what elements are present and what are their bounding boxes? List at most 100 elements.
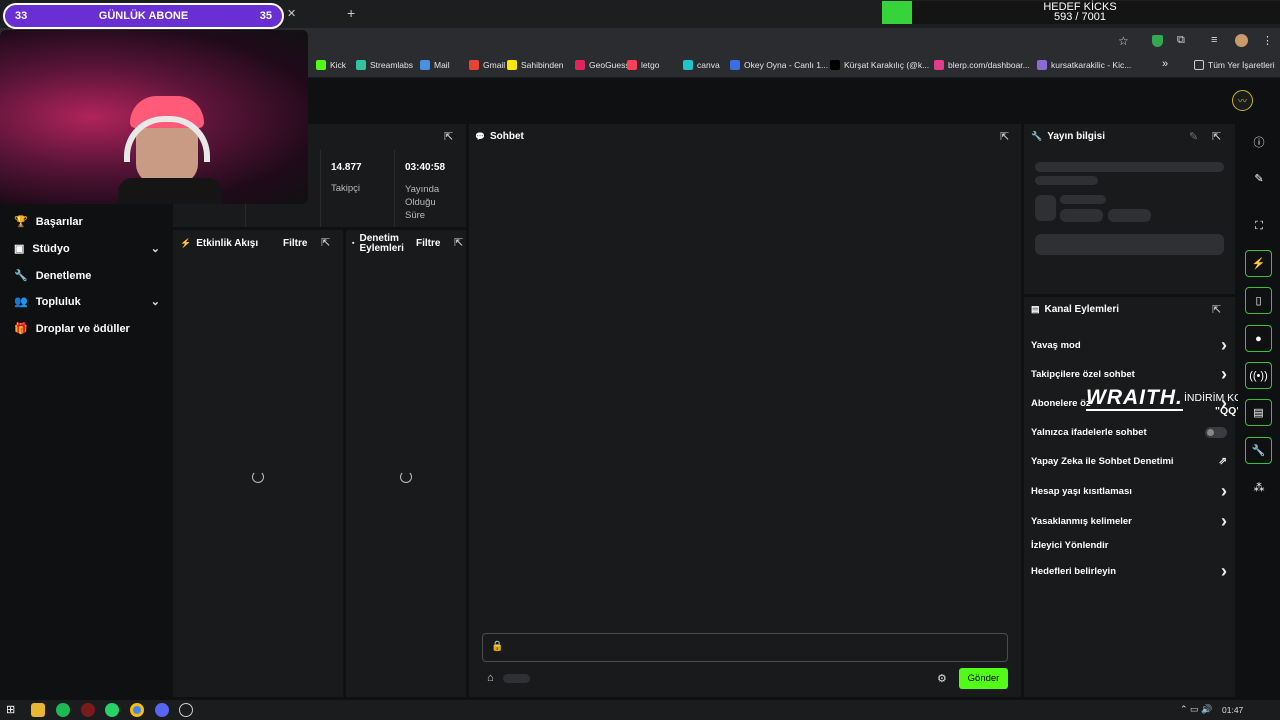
- studio-icon: ▣: [14, 243, 25, 255]
- bookmark-item[interactable]: letgo: [627, 60, 659, 70]
- send-button[interactable]: Gönder: [959, 668, 1008, 689]
- tray-icons[interactable]: ⌃ ▭ 🔊: [1180, 704, 1212, 715]
- bookmark-favicon-icon: [356, 60, 366, 70]
- spotify-icon[interactable]: [56, 703, 70, 717]
- channel-action-item[interactable]: Yapay Zeka ile Sohbet Denetimi ⇗: [1031, 456, 1227, 467]
- mod-actions-filter-button[interactable]: Filtre: [416, 238, 440, 249]
- chevron-right-icon: ›: [1221, 335, 1227, 355]
- lock-icon: 🔒: [491, 641, 504, 652]
- sidebar: [0, 122, 172, 700]
- bookmark-favicon-icon: [1037, 60, 1047, 70]
- channel-avatar[interactable]: 〰: [1232, 90, 1253, 111]
- chevron-right-icon: ›: [1221, 364, 1227, 384]
- popout-icon[interactable]: ⇱: [321, 236, 330, 249]
- new-tab-icon[interactable]: +: [347, 5, 355, 21]
- loading-placeholder: [1060, 195, 1106, 204]
- all-bookmarks-button[interactable]: Tüm Yer İşaretleri: [1194, 60, 1275, 70]
- activity-filter-button[interactable]: Filtre: [283, 238, 307, 249]
- apps-icon[interactable]: ⁂: [1249, 481, 1269, 494]
- bookmark-item[interactable]: blerp.com/dashboar...: [934, 60, 1030, 70]
- channel-action-item[interactable]: İzleyici Yönlendir: [1031, 540, 1227, 551]
- chrome-icon[interactable]: [130, 703, 144, 717]
- loading-spinner-icon: [400, 471, 412, 483]
- channel-action-label: Abonelere öz: [1031, 397, 1091, 409]
- activity-feed-header: ⚡ Etkinlik Akışı: [180, 238, 258, 249]
- sidebar-item-moderation[interactable]: 🔧 Denetleme: [14, 269, 160, 283]
- wrench-tool-icon[interactable]: 🔧: [1245, 437, 1272, 464]
- sub-goal-current: 33: [15, 10, 28, 22]
- list-icon: ▪: [352, 240, 355, 247]
- bookmark-item[interactable]: Kürşat Karakılıç (@k...: [830, 60, 929, 70]
- discord-icon[interactable]: [155, 703, 169, 717]
- chevron-right-icon: ›: [1221, 561, 1227, 581]
- popout-icon[interactable]: ⇱: [1212, 130, 1221, 143]
- sidebar-item-studio[interactable]: ▣ Stüdyo ⌄: [14, 242, 160, 256]
- bookmark-item[interactable]: canva: [683, 60, 720, 70]
- emote-store-icon[interactable]: ⌂: [487, 672, 494, 684]
- channel-action-item[interactable]: Yalnızca ifadelerle sohbet: [1031, 427, 1227, 438]
- channel-action-item[interactable]: Yavaş mod ›: [1031, 335, 1227, 355]
- bookmark-favicon-icon: [507, 60, 517, 70]
- bookmarks-more-icon[interactable]: »: [1162, 58, 1168, 70]
- bookmark-item[interactable]: Mail: [420, 60, 450, 70]
- bookmark-label: Streamlabs: [370, 60, 413, 70]
- profile-avatar[interactable]: [1235, 34, 1248, 47]
- community-icon: 👥: [14, 296, 28, 308]
- channel-action-label: Hedefleri belirleyin: [1031, 565, 1117, 577]
- bookmark-star-icon[interactable]: ☆: [1118, 34, 1129, 48]
- popout-icon[interactable]: ⇱: [454, 236, 463, 249]
- edit-icon[interactable]: ✎: [1249, 172, 1269, 185]
- document-icon[interactable]: ▯: [1245, 287, 1272, 314]
- channel-action-label: Hesap yaşı kısıtlaması: [1031, 485, 1132, 497]
- sidebar-item-drops[interactable]: 🎁 Droplar ve ödüller: [14, 322, 160, 336]
- chevron-right-icon: ›: [1221, 511, 1227, 531]
- channel-action-item[interactable]: Takipçilere özel sohbet ›: [1031, 364, 1227, 384]
- bookmark-item[interactable]: Streamlabs: [356, 60, 413, 70]
- file-explorer-icon[interactable]: [31, 703, 45, 717]
- system-clock: 01:47: [1222, 705, 1244, 715]
- bookmark-item[interactable]: Kick: [316, 60, 346, 70]
- extensions-icon[interactable]: ⧉: [1177, 34, 1185, 47]
- layout-icon[interactable]: ▤: [1245, 399, 1272, 426]
- start-icon[interactable]: ⊞: [6, 703, 20, 717]
- bookmark-item[interactable]: Okey Oyna - Canlı 1...: [730, 60, 828, 70]
- bookmark-label: Okey Oyna - Canlı 1...: [744, 60, 829, 70]
- loading-placeholder: [503, 674, 530, 683]
- live-duration-value: 03:40:58: [405, 162, 446, 173]
- channel-action-item[interactable]: Hedefleri belirleyin ›: [1031, 561, 1227, 581]
- screen-capture-icon[interactable]: ⛶: [1249, 220, 1269, 233]
- channel-action-label: Yalnızca ifadelerle sohbet: [1031, 427, 1147, 438]
- bookmark-item[interactable]: kursatkarakilic - Kic...: [1037, 60, 1131, 70]
- chevron-down-icon[interactable]: ⌄: [151, 295, 160, 308]
- channel-action-item[interactable]: Yasaklanmış kelimeler ›: [1031, 511, 1227, 531]
- whatsapp-icon[interactable]: [105, 703, 119, 717]
- broadcast-icon[interactable]: ((•)): [1245, 362, 1272, 389]
- chat-widget-icon[interactable]: ●: [1245, 325, 1272, 352]
- chevron-down-icon[interactable]: ⌄: [151, 242, 160, 255]
- quick-action-bolt-icon[interactable]: ⚡: [1245, 250, 1272, 277]
- channel-action-item[interactable]: Hesap yaşı kısıtlaması ›: [1031, 482, 1227, 500]
- sidebar-item-community[interactable]: 👥 Topluluk ⌄: [14, 295, 160, 309]
- sidebar-item-label: Başarılar: [35, 215, 83, 228]
- toggle-switch[interactable]: [1205, 427, 1227, 438]
- bookmark-label: blerp.com/dashboar...: [948, 60, 1030, 70]
- shield-extension-icon[interactable]: [1152, 35, 1163, 47]
- close-tab-icon[interactable]: ✕: [287, 7, 296, 20]
- bookmark-item[interactable]: GeoGuessr: [575, 60, 632, 70]
- reading-list-icon[interactable]: ≡: [1211, 34, 1217, 46]
- edit-pencil-icon[interactable]: ✎: [1189, 130, 1198, 143]
- chat-input[interactable]: [482, 633, 1008, 662]
- obs-icon[interactable]: [179, 703, 193, 717]
- bookmark-item[interactable]: Sahibinden: [507, 60, 564, 70]
- popout-icon[interactable]: ⇱: [1212, 303, 1221, 316]
- settings-gear-icon[interactable]: ⚙: [937, 672, 947, 685]
- sidebar-item-achievements[interactable]: 🏆 Başarılar: [14, 215, 160, 229]
- opera-icon[interactable]: [81, 703, 95, 717]
- folder-icon: [1194, 60, 1204, 70]
- popout-icon[interactable]: ⇱: [1000, 130, 1009, 143]
- bookmark-item[interactable]: Gmail: [469, 60, 505, 70]
- popout-icon[interactable]: ⇱: [444, 130, 453, 143]
- info-icon[interactable]: ⓘ: [1249, 134, 1269, 150]
- browser-menu-icon[interactable]: ⋮: [1262, 34, 1273, 47]
- chat-bubble-icon: 💬: [475, 132, 485, 141]
